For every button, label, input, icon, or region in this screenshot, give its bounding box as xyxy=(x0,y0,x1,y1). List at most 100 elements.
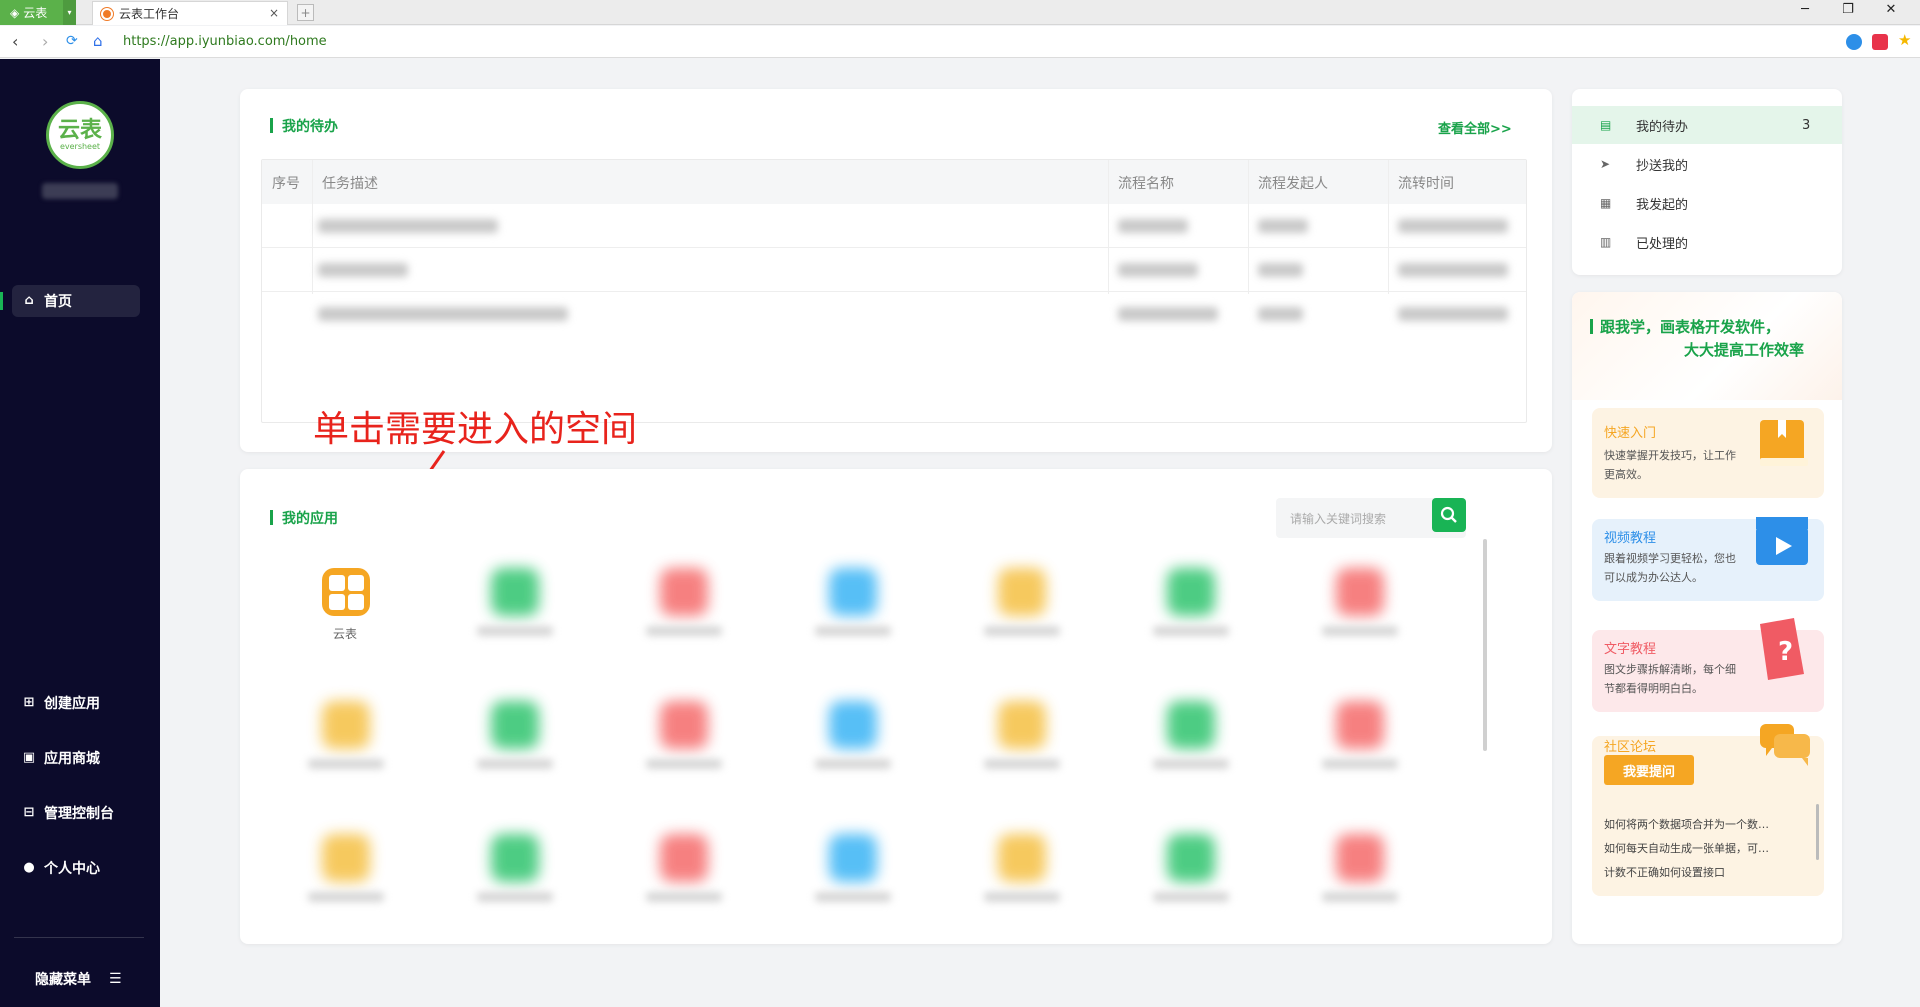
rnav-initiated[interactable]: ▦ 我发起的 xyxy=(1572,184,1842,222)
blurred-app-label xyxy=(646,626,722,636)
username-blurred xyxy=(42,183,118,199)
blurred-app-icon[interactable] xyxy=(1336,834,1384,882)
refresh-icon[interactable]: ⟳ xyxy=(66,33,78,49)
col-time: 流转时间 xyxy=(1398,176,1454,192)
faq-item[interactable]: 计数不正确如何设置接口 xyxy=(1604,864,1804,880)
table-row[interactable] xyxy=(262,248,1526,292)
new-tab-button[interactable]: + xyxy=(297,4,314,21)
back-icon[interactable]: ‹ xyxy=(12,32,18,51)
col-index: 序号 xyxy=(272,176,300,192)
tab-close-icon[interactable]: × xyxy=(269,6,279,20)
search-placeholder: 请输入关键词搜索 xyxy=(1290,512,1387,526)
faq-item[interactable]: 如何每天自动生成一张单据，可… xyxy=(1604,840,1804,856)
blurred-cell xyxy=(1258,307,1303,321)
col-initiator: 流程发起人 xyxy=(1258,176,1328,192)
nav-user-center[interactable]: ● 个人中心 xyxy=(12,852,140,884)
todo-count: 3 xyxy=(1802,117,1811,133)
nav-store[interactable]: ▣ 应用商城 xyxy=(12,742,140,774)
tile xyxy=(347,593,364,610)
text-tutorial-title: 文字教程 xyxy=(1604,642,1657,657)
todo-card: 我的待办 查看全部>> 序号 任务描述 流程名称 流程发起人 流转时间 xyxy=(240,89,1552,452)
community-title: 社区论坛 xyxy=(1604,740,1657,755)
blurred-app-icon[interactable] xyxy=(660,834,708,882)
nav-home[interactable]: ⌂ 首页 xyxy=(0,285,140,317)
blurred-app-icon[interactable] xyxy=(491,701,539,749)
home-icon: ⌂ xyxy=(24,293,34,308)
blurred-app-icon[interactable] xyxy=(829,568,877,616)
tutorial-text[interactable]: 文字教程 图文步骤拆解清晰，每个细节都看得明明白白。 ? xyxy=(1592,618,1824,712)
blurred-app-icon[interactable] xyxy=(660,568,708,616)
yunbiao-app-label[interactable]: 云表 xyxy=(333,625,357,642)
nav-console[interactable]: ⊟ 管理控制台 xyxy=(12,797,140,829)
apps-scrollbar[interactable] xyxy=(1483,539,1487,751)
blurred-app-label xyxy=(984,759,1060,769)
rnav-cc-me[interactable]: ➤ 抄送我的 xyxy=(1572,145,1842,183)
blurred-app-label xyxy=(815,626,891,636)
blurred-app-icon[interactable] xyxy=(491,568,539,616)
hide-menu-button[interactable]: 隐藏菜单 ☰ xyxy=(35,969,122,989)
tutorial-quickstart[interactable]: 快速入门 快速掌握开发技巧，让工作更高效。 xyxy=(1592,408,1824,498)
rnav-my-todo[interactable]: ▤ 我的待办 3 xyxy=(1572,106,1842,144)
nav-create-app[interactable]: ⊞ 创建应用 xyxy=(12,687,140,719)
browser-tab[interactable]: 云表工作台 × xyxy=(92,1,288,25)
blurred-app-label xyxy=(1322,759,1398,769)
close-window-icon[interactable]: ✕ xyxy=(1876,2,1906,17)
minimize-icon[interactable]: ─ xyxy=(1790,2,1820,17)
faq-item[interactable]: 如何将两个数据项合并为一个数… xyxy=(1604,816,1804,832)
app-diamond-icon: ◈ xyxy=(10,5,20,20)
blurred-cell xyxy=(1118,307,1218,321)
blurred-cell xyxy=(1258,219,1308,233)
blurred-app-label xyxy=(815,759,891,769)
star-icon[interactable]: ★ xyxy=(1898,31,1911,49)
blurred-app-icon[interactable] xyxy=(1167,701,1215,749)
video-icon[interactable] xyxy=(1872,34,1888,50)
blurred-app-icon[interactable] xyxy=(491,834,539,882)
url-field[interactable]: https://app.iyunbiao.com/home xyxy=(123,34,327,49)
blurred-app-icon[interactable] xyxy=(1336,701,1384,749)
logo-sub: eversheet xyxy=(59,141,101,151)
app-dropdown-icon[interactable]: ▾ xyxy=(63,0,76,25)
rnav-processed[interactable]: ▥ 已处理的 xyxy=(1572,223,1842,261)
sidebar-divider xyxy=(14,937,144,938)
nav-user-center-label: 个人中心 xyxy=(44,861,100,877)
restore-icon[interactable]: ❐ xyxy=(1833,2,1863,17)
blurred-app-label xyxy=(1153,759,1229,769)
blurred-app-icon[interactable] xyxy=(829,701,877,749)
blurred-app-icon[interactable] xyxy=(660,701,708,749)
faq-scrollbar[interactable] xyxy=(1816,804,1819,860)
blurred-app-icon[interactable] xyxy=(322,834,370,882)
search-button[interactable] xyxy=(1432,498,1466,532)
tutorial-video[interactable]: 视频教程 跟着视频学习更轻松，您也可以成为办公达人。 xyxy=(1592,517,1824,601)
ask-question-button[interactable]: 我要提问 xyxy=(1604,755,1694,785)
browser-app-button[interactable]: ◈ 云表 ▾ xyxy=(0,0,76,25)
quick-nav-card: ▤ 我的待办 3 ➤ 抄送我的 ▦ 我发起的 ▥ 已处理的 xyxy=(1572,89,1842,275)
quickstart-title: 快速入门 xyxy=(1604,426,1657,441)
blurred-app-icon[interactable] xyxy=(998,701,1046,749)
search-icon xyxy=(1440,506,1457,523)
blurred-cell xyxy=(1398,307,1508,321)
processed-icon: ▥ xyxy=(1600,235,1612,249)
table-row[interactable] xyxy=(262,292,1526,336)
blurred-app-label xyxy=(984,892,1060,902)
promo-banner: 跟我学，画表格开发软件， 大大提高工作效率 xyxy=(1572,292,1842,400)
table-row[interactable] xyxy=(262,204,1526,248)
blurred-app-icon[interactable] xyxy=(1167,834,1215,882)
yunbiao-app-icon[interactable] xyxy=(322,568,370,616)
blurred-app-icon[interactable] xyxy=(1336,568,1384,616)
nav-home-label: 首页 xyxy=(44,294,72,310)
blurred-app-icon[interactable] xyxy=(322,701,370,749)
forward-icon[interactable]: › xyxy=(42,32,48,51)
apps-card: 我的应用 请输入关键词搜索 云表 xyxy=(240,469,1552,944)
edge-icon[interactable] xyxy=(1846,34,1862,50)
blurred-app-icon[interactable] xyxy=(998,834,1046,882)
tab-title: 云表工作台 xyxy=(119,7,180,21)
initiated-icon: ▦ xyxy=(1600,196,1612,210)
home-icon[interactable]: ⌂ xyxy=(93,32,103,50)
blurred-app-icon[interactable] xyxy=(829,834,877,882)
view-all-link[interactable]: 查看全部>> xyxy=(1438,118,1512,137)
video-title: 视频教程 xyxy=(1604,531,1657,546)
blurred-app-icon[interactable] xyxy=(1167,568,1215,616)
blurred-app-icon[interactable] xyxy=(998,568,1046,616)
blurred-app-label xyxy=(1322,892,1398,902)
blurred-app-label xyxy=(477,759,553,769)
